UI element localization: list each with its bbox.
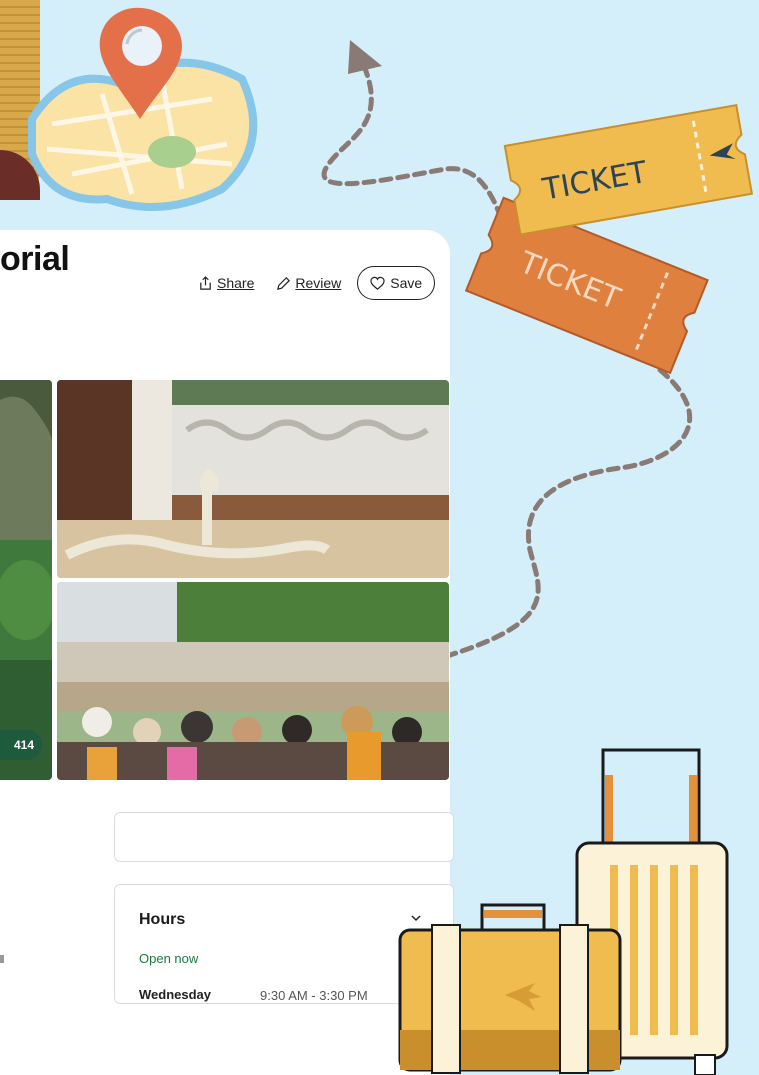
page-title: orial <box>0 240 70 278</box>
cobra-photo-image <box>57 380 449 578</box>
luggage-icon <box>398 748 729 1075</box>
save-button[interactable]: Save <box>357 266 436 300</box>
review-button[interactable]: Review <box>276 275 341 291</box>
snake-show-photo-image <box>57 582 449 780</box>
heart-icon <box>370 276 385 290</box>
gallery-photo-cobra[interactable] <box>57 380 449 578</box>
review-label: Review <box>295 275 342 291</box>
hours-day: Wednesday <box>139 987 212 1002</box>
ticket-icon: TICKET <box>503 103 754 236</box>
share-icon <box>200 275 211 290</box>
map-pin-icon <box>28 7 258 211</box>
open-status: Open now <box>139 951 199 966</box>
hours-time: 9:30 AM - 3:30 PM <box>260 988 368 1003</box>
tree-photo-image <box>0 380 52 780</box>
action-bar: Share Review Save <box>198 266 436 300</box>
photo-count-badge[interactable]: 414 <box>0 730 42 760</box>
hours-title: Hours <box>139 911 186 928</box>
save-label: Save <box>390 275 423 291</box>
share-label: Share <box>217 275 255 291</box>
pencil-icon <box>277 276 291 290</box>
gallery-photo-tree[interactable] <box>0 380 52 780</box>
gallery-photo-show[interactable] <box>57 582 449 780</box>
share-button[interactable]: Share <box>198 275 254 291</box>
edge-marker <box>0 955 4 963</box>
